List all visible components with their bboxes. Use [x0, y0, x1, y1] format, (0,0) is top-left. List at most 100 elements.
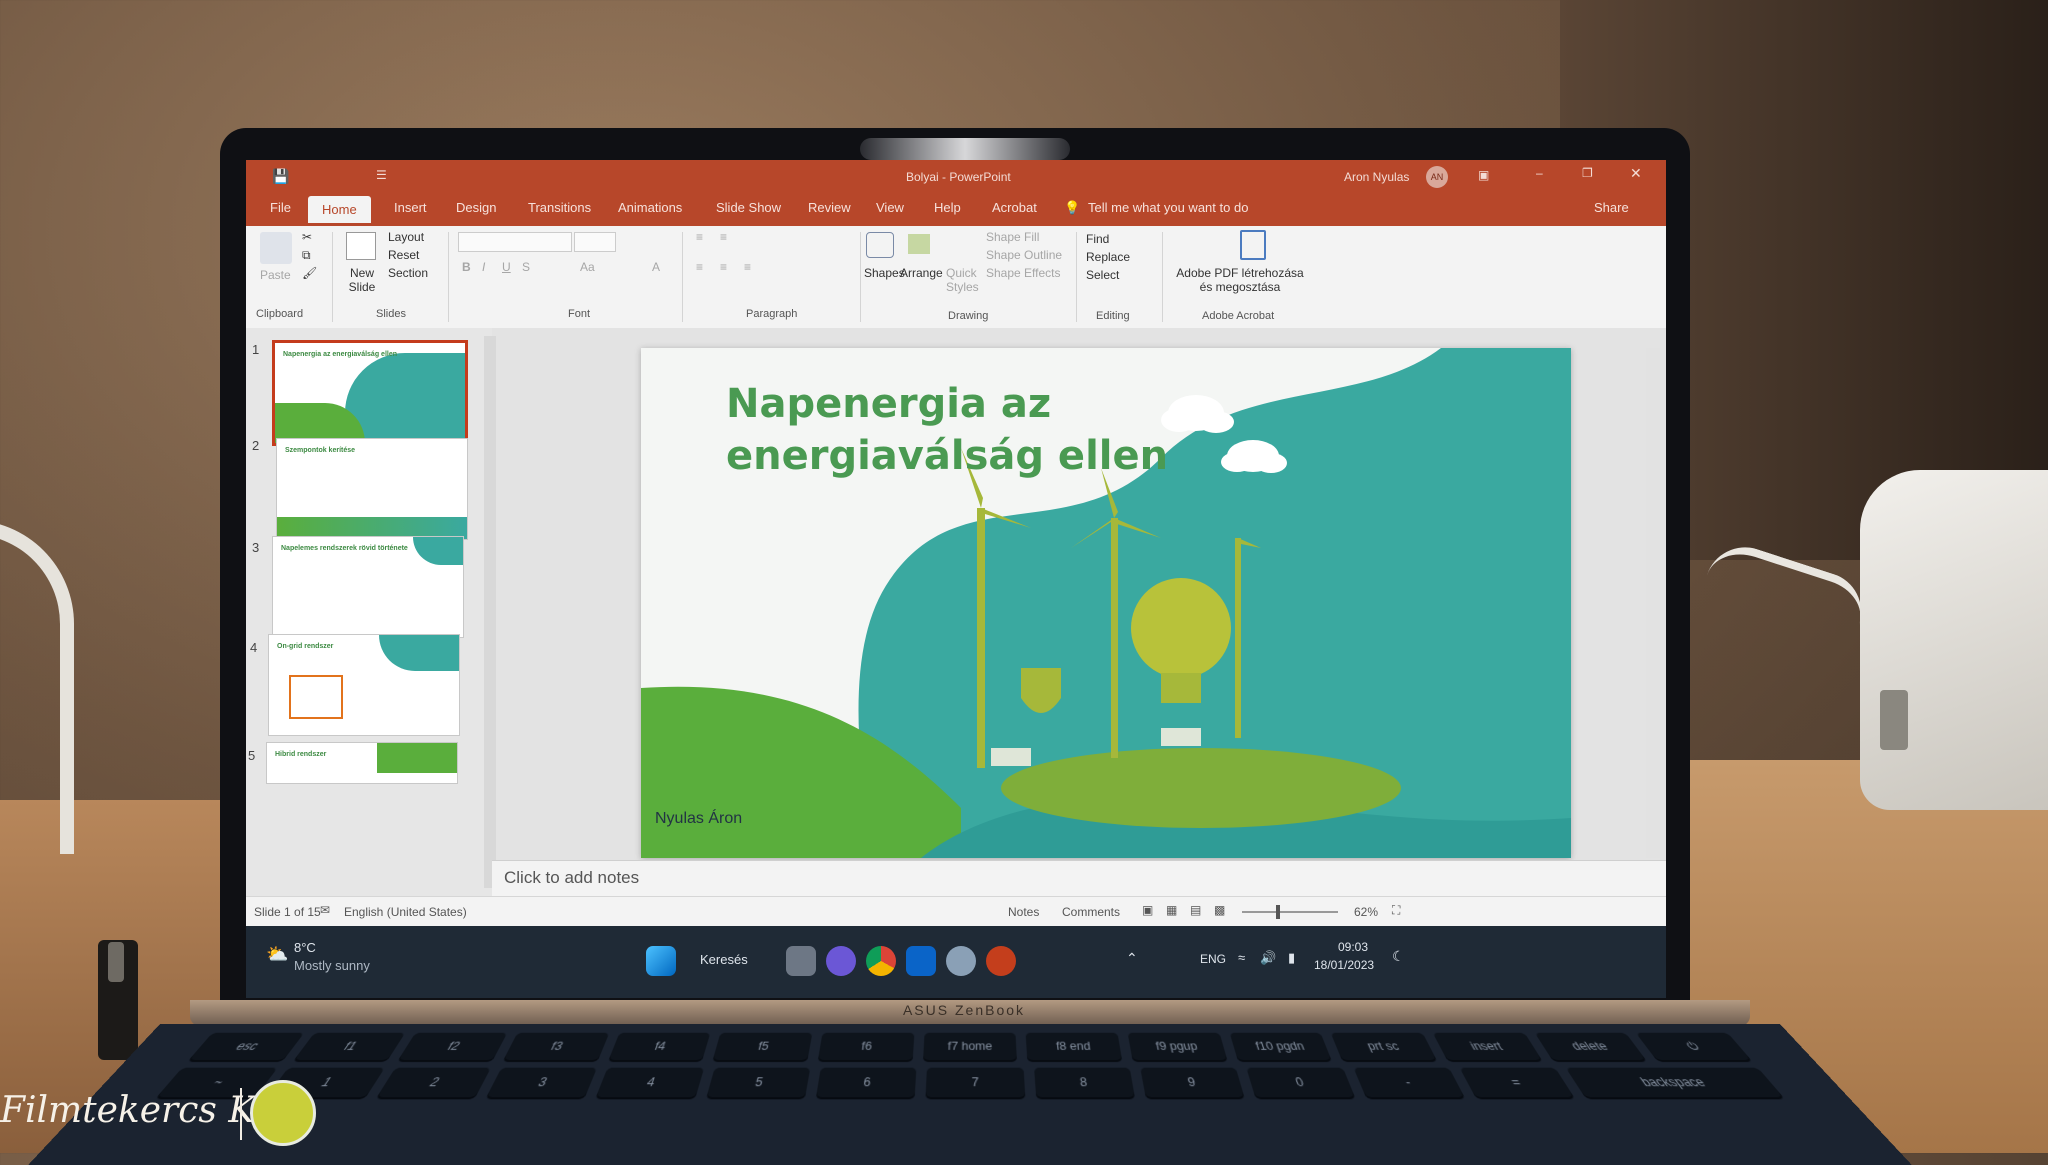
slide-thumbnail-2[interactable]: Szempontok kerítése — [276, 438, 468, 540]
slide-title[interactable]: Napenergia az energiaválság ellen — [726, 378, 1286, 482]
slide-author[interactable]: Nyulas Áron — [655, 810, 742, 828]
task-view-icon[interactable] — [786, 946, 816, 976]
minimize-icon[interactable]: – — [1536, 166, 1543, 180]
key[interactable]: f7 home — [922, 1032, 1018, 1061]
outlook-icon[interactable] — [906, 946, 936, 976]
language-indicator[interactable]: English (United States) — [344, 905, 467, 919]
key[interactable]: 3 — [486, 1067, 598, 1098]
key[interactable]: 8 — [1033, 1067, 1135, 1098]
slide-canvas[interactable]: Napenergia az energiaválság ellen Nyulas… — [641, 348, 1571, 858]
zoom-slider-thumb[interactable] — [1276, 905, 1280, 919]
tab-home[interactable]: Home — [308, 196, 371, 223]
key[interactable]: esc — [188, 1032, 305, 1061]
align-right-icon[interactable]: ≡ — [744, 260, 751, 274]
battery-icon[interactable]: ▮ — [1288, 950, 1295, 966]
key[interactable]: 9 — [1140, 1067, 1245, 1098]
notes-button[interactable]: Notes — [1008, 905, 1039, 919]
key[interactable]: = — [1459, 1067, 1575, 1098]
quick-styles-button[interactable]: Quick Styles — [946, 266, 980, 294]
tab-file[interactable]: File — [270, 200, 291, 215]
tell-me-search[interactable]: Tell me what you want to do — [1088, 200, 1248, 215]
windows-start-icon[interactable] — [646, 946, 676, 976]
tab-insert[interactable]: Insert — [394, 200, 427, 215]
key[interactable]: f6 — [817, 1032, 915, 1061]
paste-button[interactable]: Paste — [260, 268, 291, 282]
arrange-button[interactable]: Arrange — [900, 266, 943, 280]
key[interactable]: - — [1352, 1067, 1465, 1098]
shape-effects-button[interactable]: Shape Effects — [986, 266, 1061, 280]
key[interactable]: f1 — [293, 1032, 406, 1061]
copy-icon[interactable]: ⧉ — [302, 248, 311, 263]
key[interactable]: insert — [1432, 1032, 1542, 1061]
save-icon[interactable]: 💾 — [272, 168, 289, 185]
create-pdf-button[interactable]: Adobe PDF létrehozása és megosztása — [1170, 266, 1310, 294]
ribbon-display-icon[interactable]: ▣ — [1478, 168, 1489, 182]
tab-design[interactable]: Design — [456, 200, 496, 215]
tab-acrobat[interactable]: Acrobat — [992, 200, 1037, 215]
paste-icon[interactable] — [260, 232, 292, 264]
tab-help[interactable]: Help — [934, 200, 961, 215]
clock-time[interactable]: 09:03 — [1338, 940, 1368, 954]
shape-fill-button[interactable]: Shape Fill — [986, 230, 1039, 244]
cut-icon[interactable]: ✂ — [302, 230, 312, 244]
powerpoint-icon[interactable] — [986, 946, 1016, 976]
share-button[interactable]: Share — [1594, 200, 1629, 215]
pdf-icon[interactable] — [1240, 230, 1266, 260]
align-left-icon[interactable]: ≡ — [696, 260, 703, 274]
key[interactable]: prt sc — [1331, 1032, 1437, 1061]
quick-access-icon[interactable]: ☰ — [376, 168, 387, 182]
weather-icon[interactable]: ⛅ — [266, 944, 288, 965]
slide-scrollbar[interactable] — [1646, 348, 1660, 858]
reading-view-icon[interactable]: ▤ — [1190, 903, 1201, 917]
chrome-icon[interactable] — [866, 946, 896, 976]
key[interactable]: 5 — [706, 1067, 811, 1098]
key[interactable]: f8 end — [1025, 1032, 1123, 1061]
slide-thumbnail-3[interactable]: Napelemes rendszerek rövid története — [272, 536, 464, 638]
backspace-key[interactable]: backspace — [1565, 1067, 1784, 1098]
tab-slide-show[interactable]: Slide Show — [716, 200, 781, 215]
close-icon[interactable]: ✕ — [1630, 165, 1642, 182]
slide-thumbnail-5[interactable]: Hibrid rendszer — [266, 742, 458, 784]
restore-icon[interactable]: ❐ — [1582, 166, 1593, 180]
key[interactable]: f4 — [608, 1032, 711, 1061]
key[interactable]: 7 — [925, 1067, 1025, 1098]
font-color-icon[interactable]: A — [652, 260, 660, 274]
underline-icon[interactable]: U — [502, 260, 511, 274]
new-slide-button[interactable]: New Slide — [342, 266, 382, 294]
tab-view[interactable]: View — [876, 200, 904, 215]
notification-moon-icon[interactable]: ☾ — [1392, 948, 1405, 965]
settings-gear-icon[interactable] — [946, 946, 976, 976]
power-key[interactable]: ⏻ — [1636, 1032, 1752, 1061]
slideshow-icon[interactable]: ▩ — [1214, 903, 1225, 917]
zoom-slider[interactable] — [1242, 911, 1338, 913]
avatar[interactable]: AN — [1426, 166, 1448, 188]
clock-date[interactable]: 18/01/2023 — [1314, 958, 1374, 972]
key[interactable]: 4 — [596, 1067, 704, 1098]
arrange-icon[interactable] — [908, 234, 930, 254]
zoom-level[interactable]: 62% — [1354, 905, 1378, 919]
tab-review[interactable]: Review — [808, 200, 851, 215]
keyboard-language[interactable]: ENG — [1200, 952, 1226, 966]
replace-button[interactable]: Replace — [1086, 250, 1130, 264]
new-slide-icon[interactable] — [346, 232, 376, 260]
key[interactable]: f10 pgdn — [1229, 1032, 1332, 1061]
taskbar-search[interactable]: Keresés — [700, 952, 748, 967]
layout-button[interactable]: Layout — [388, 230, 424, 244]
slide-thumbnail-1[interactable]: Napenergia az energiaválság ellen — [272, 340, 468, 446]
chevron-up-icon[interactable]: ⌃ — [1126, 950, 1138, 967]
proofing-icon[interactable]: ✉ — [320, 903, 330, 917]
tab-transitions[interactable]: Transitions — [528, 200, 591, 215]
key[interactable]: f5 — [713, 1032, 813, 1061]
bold-icon[interactable]: B — [462, 260, 471, 274]
teams-chat-icon[interactable] — [826, 946, 856, 976]
section-button[interactable]: Section — [388, 266, 428, 280]
center-icon[interactable]: ≡ — [720, 260, 727, 274]
thumbnail-scrollbar[interactable] — [484, 336, 496, 888]
format-painter-icon[interactable]: 🖌 — [302, 266, 317, 280]
key[interactable]: f9 pgup — [1127, 1032, 1227, 1061]
shadow-icon[interactable]: S — [522, 260, 530, 274]
key[interactable]: delete — [1534, 1032, 1647, 1061]
key[interactable]: f2 — [398, 1032, 508, 1061]
font-name-input[interactable] — [458, 232, 572, 252]
tab-animations[interactable]: Animations — [618, 200, 682, 215]
